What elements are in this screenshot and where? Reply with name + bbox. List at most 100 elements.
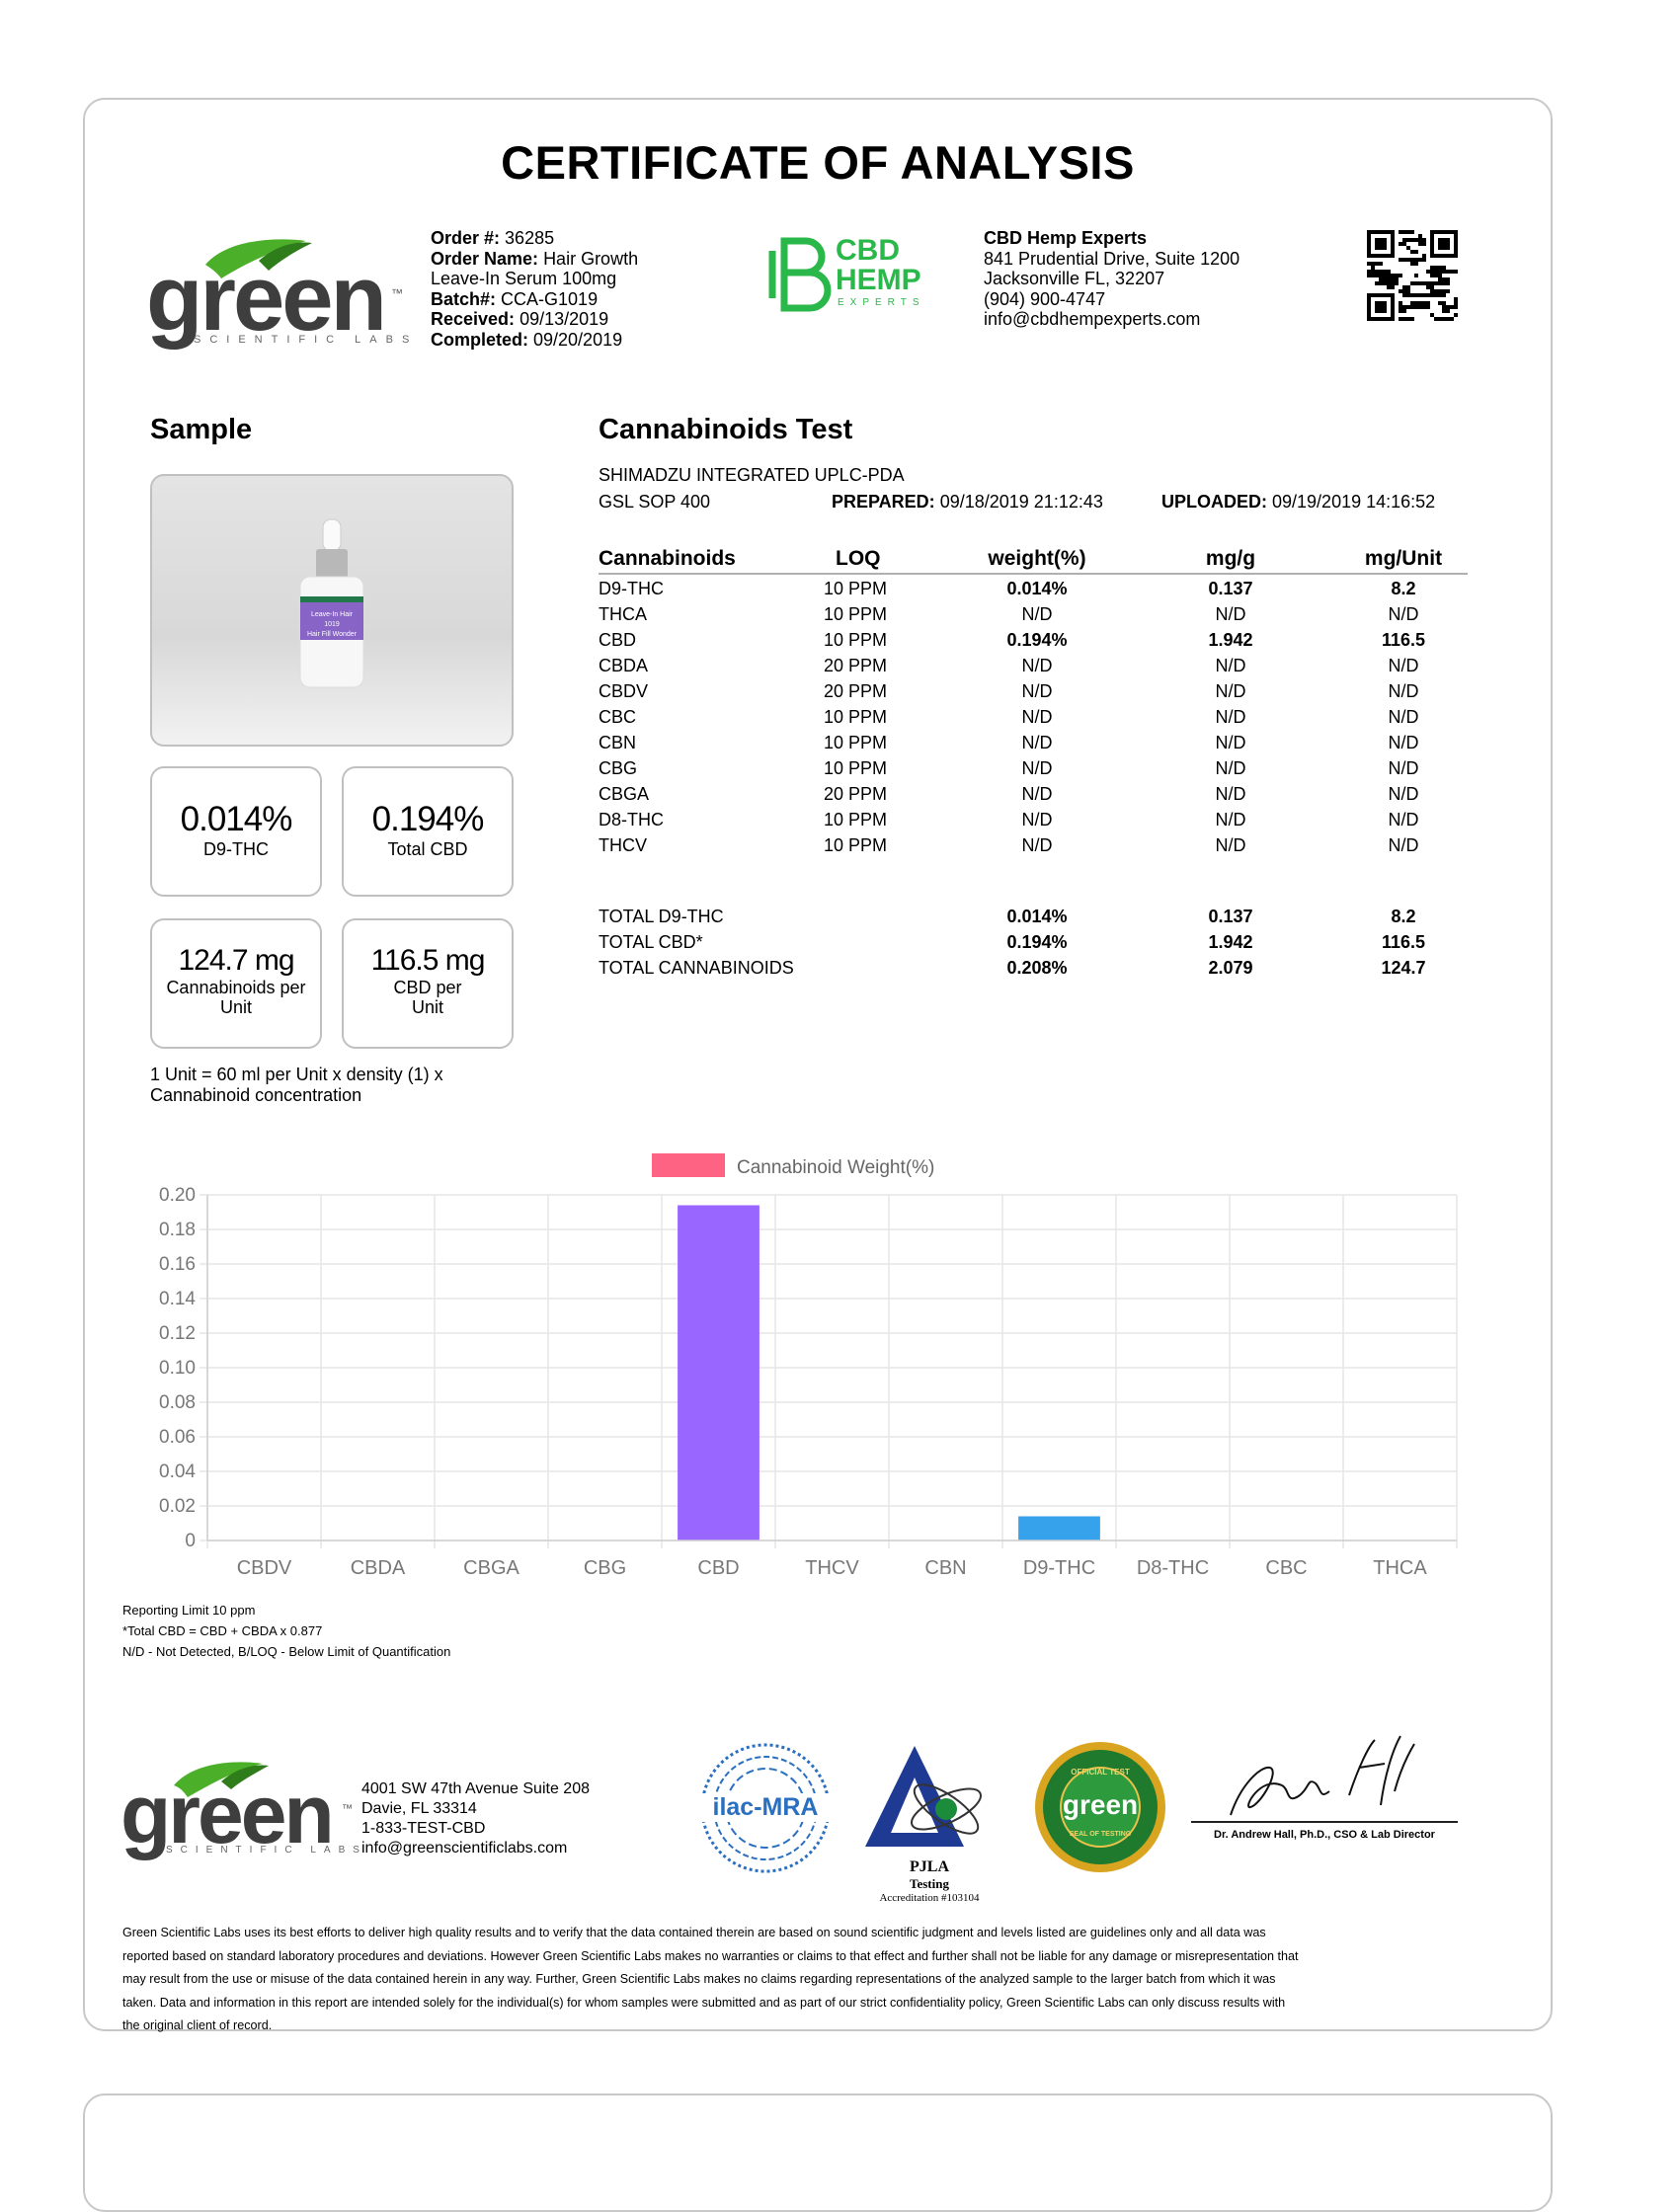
test-heading: Cannabinoids Test xyxy=(599,414,853,445)
cell-weight: N/D xyxy=(1021,681,1053,701)
cell-mgg: N/D xyxy=(1215,681,1246,701)
seal-bottom-text: SEAL OF TESTING xyxy=(1069,1831,1132,1838)
cell-mgunit: N/D xyxy=(1388,604,1419,624)
table-row: THCV 10 PPM N/D N/D N/D xyxy=(599,835,1468,861)
disclaimer-line5: the original client of record. xyxy=(122,2018,273,2032)
y-tick-label: 0.08 xyxy=(159,1392,196,1413)
disclaimer-line3: may result from the use or misuse of the… xyxy=(122,1972,1276,1986)
cbd-logo-line2: HEMP xyxy=(836,264,921,296)
x-tick-label: CBG xyxy=(584,1557,626,1579)
uploaded-label: UPLOADED: xyxy=(1161,492,1267,512)
uploaded-info: UPLOADED: 09/19/2019 14:16:52 xyxy=(1161,492,1435,513)
footnotes: Reporting Limit 10 ppm *Total CBD = CBD … xyxy=(122,1600,450,1662)
cell-mgg: N/D xyxy=(1215,758,1246,778)
legend-swatch xyxy=(652,1153,725,1177)
header-divider xyxy=(599,573,1468,575)
cell-weight: N/D xyxy=(1021,604,1053,624)
svg-text:1019: 1019 xyxy=(324,621,340,628)
y-tick-label: 0 xyxy=(185,1531,196,1551)
client-address1: 841 Prudential Drive, Suite 1200 xyxy=(984,248,1240,269)
x-tick-label: CBGA xyxy=(463,1557,520,1579)
stat-d9thc-label: D9-THC xyxy=(203,839,269,859)
total-mgg: 0.137 xyxy=(1208,907,1253,926)
legend-label: Cannabinoid Weight(%) xyxy=(737,1157,934,1178)
total-weight: 0.208% xyxy=(1006,958,1068,978)
y-tick-label: 0.04 xyxy=(159,1462,196,1482)
cell-mgg: 1.942 xyxy=(1208,630,1253,650)
cell-loq: 10 PPM xyxy=(824,579,888,598)
stat-total-cbd-label: Total CBD xyxy=(387,839,468,859)
total-row: TOTAL CBD* 0.194% 1.942 116.5 xyxy=(599,932,1468,958)
cell-loq: 10 PPM xyxy=(824,630,888,650)
svg-text:Leave-In Hair: Leave-In Hair xyxy=(311,611,354,618)
x-tick-label: CBN xyxy=(924,1557,966,1579)
cell-mgunit: N/D xyxy=(1388,656,1419,675)
cell-name: CBDA xyxy=(599,656,649,675)
cell-mgunit: N/D xyxy=(1388,681,1419,701)
x-tick-label: CBD xyxy=(697,1557,739,1579)
total-row: TOTAL D9-THC 0.014% 0.137 8.2 xyxy=(599,907,1468,932)
total-name: TOTAL D9-THC xyxy=(599,907,724,926)
footnote-1: Reporting Limit 10 ppm xyxy=(122,1603,256,1618)
unit-note-line1: 1 Unit = 60 ml per Unit x density (1) x xyxy=(150,1065,443,1084)
cell-weight: N/D xyxy=(1021,656,1053,675)
cell-name: THCA xyxy=(599,604,647,624)
header-loq: LOQ xyxy=(836,547,881,570)
cell-mgunit: 8.2 xyxy=(1391,579,1416,598)
cell-loq: 10 PPM xyxy=(824,604,888,624)
order-name-label: Order Name: xyxy=(431,248,539,269)
cell-mgunit: N/D xyxy=(1388,733,1419,752)
table-header: Cannabinoids LOQ weight(%) mg/g mg/Unit xyxy=(599,547,1468,573)
completed-value: 09/20/2019 xyxy=(533,329,623,350)
footnote-2: *Total CBD = CBD + CBDA x 0.877 xyxy=(122,1623,323,1638)
stat-total-cbd-value: 0.194% xyxy=(371,800,485,838)
seal-top-text: OFFICIAL TEST xyxy=(1071,1768,1130,1777)
sample-photo: Leave-In Hair 1019 Hair Fill Wonder xyxy=(150,474,514,747)
signature-line xyxy=(1191,1821,1458,1823)
green-logo-tm: ™ xyxy=(391,286,403,300)
total-name: TOTAL CBD* xyxy=(599,932,703,952)
sample-heading: Sample xyxy=(150,414,253,445)
pjla-testing: Testing xyxy=(910,1876,949,1891)
test-method: SHIMADZU INTEGRATED UPLC-PDA xyxy=(599,465,905,485)
stat-cbd-unit-label2: Unit xyxy=(411,997,443,1017)
total-row: TOTAL CANNABINOIDS 0.208% 2.079 124.7 xyxy=(599,958,1468,984)
stat-cannabinoids-label1: Cannabinoids per xyxy=(166,978,306,997)
cbd-logo-line1: CBD xyxy=(836,234,900,267)
cell-mgunit: 116.5 xyxy=(1381,630,1426,650)
cbd-hemp-logo: CBD HEMP EXPERTS xyxy=(766,235,944,314)
cell-name: D8-THC xyxy=(599,810,664,830)
table-row: CBD 10 PPM 0.194% 1.942 116.5 xyxy=(599,630,1468,656)
stat-d9thc-value: 0.014% xyxy=(180,800,293,838)
cell-mgg: N/D xyxy=(1215,784,1246,804)
table-row: CBG 10 PPM N/D N/D N/D xyxy=(599,758,1468,784)
x-tick-label: CBDA xyxy=(351,1557,406,1579)
order-info: Order #: 36285 Order Name: Hair Growth L… xyxy=(431,228,687,350)
bar-d9-thc xyxy=(1018,1516,1100,1540)
qr-code xyxy=(1367,230,1458,321)
lab-email: info@greenscientificlabs.com xyxy=(361,1840,568,1856)
prepared-value: 09/18/2019 21:12:43 xyxy=(939,492,1103,512)
signatory-name: Dr. Andrew Hall, Ph.D., CSO & Lab Direct… xyxy=(1214,1829,1435,1841)
seal-word: green xyxy=(1062,1789,1139,1820)
cell-mgg: 0.137 xyxy=(1208,579,1253,598)
table-row: CBDV 20 PPM N/D N/D N/D xyxy=(599,681,1468,707)
cell-mgg: N/D xyxy=(1215,707,1246,727)
y-tick-label: 0.14 xyxy=(159,1289,196,1309)
pjla-logo: PJLA Testing Accreditation #103104 xyxy=(855,1738,1003,1916)
cell-mgg: N/D xyxy=(1215,733,1246,752)
cell-mgg: N/D xyxy=(1215,835,1246,855)
unit-note: 1 Unit = 60 ml per Unit x density (1) x … xyxy=(150,1065,443,1106)
bottle-icon: Leave-In Hair 1019 Hair Fill Wonder xyxy=(299,518,364,688)
order-no: 36285 xyxy=(505,228,555,248)
header-mgunit: mg/Unit xyxy=(1364,547,1443,570)
batch-value: CCA-G1019 xyxy=(501,288,599,309)
cell-name: CBGA xyxy=(599,784,650,804)
batch-label: Batch#: xyxy=(431,288,497,309)
bar-chart: Cannabinoid Weight(%) 0.20 0.18 0.16 0.14 0.1… xyxy=(159,1153,1458,1579)
cbd-b-icon xyxy=(768,237,832,312)
pjla-accreditation: Accreditation #103104 xyxy=(879,1892,980,1904)
stat-cannabinoids-label2: Unit xyxy=(219,997,252,1017)
prepared-label: PREPARED: xyxy=(832,492,935,512)
total-weight: 0.014% xyxy=(1006,907,1068,926)
